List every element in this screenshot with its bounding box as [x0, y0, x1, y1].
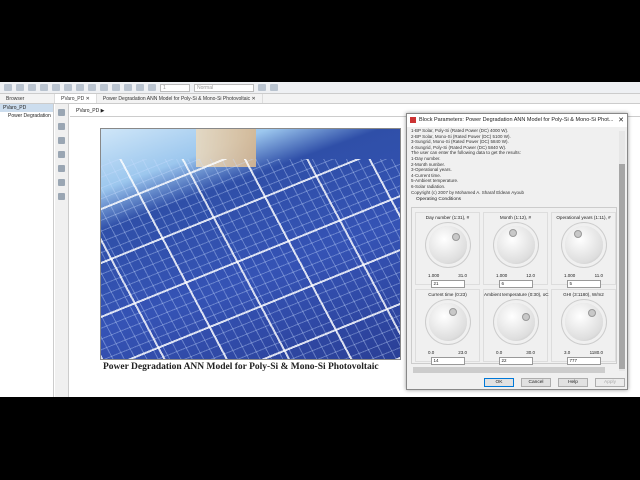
knob-min: 0.0 — [496, 350, 503, 355]
panel-grid — [101, 159, 400, 359]
knob-panel: Current time (0:23) 0.0 23.0 14 — [415, 289, 480, 365]
run-icon[interactable] — [112, 84, 120, 91]
description: 1-BP Solar, Poly-Si (Rated Power (DC) 40… — [407, 127, 627, 207]
stop-icon[interactable] — [136, 84, 144, 91]
model-caption: Power Degradation ANN Model for Poly-Si … — [103, 362, 379, 372]
library-icon[interactable] — [64, 84, 72, 91]
grid-icon[interactable] — [270, 84, 278, 91]
knob-label: Day number (1:31), # — [425, 215, 470, 220]
knob-max: 12.0 — [526, 273, 535, 278]
tab-bar: Browser PVaro_PD ✕ Power Degradation ANN… — [0, 94, 640, 104]
annotation-icon[interactable] — [58, 165, 65, 172]
knob-panel: GHI (3:1180), W/m2 3.0 1180.0 777 — [551, 289, 616, 365]
area-icon[interactable] — [58, 193, 65, 200]
vertical-scrollbar[interactable] — [619, 131, 625, 371]
back-icon[interactable] — [28, 84, 36, 91]
knob-max: 23.0 — [458, 350, 467, 355]
close-icon[interactable]: ✕ — [252, 96, 256, 102]
apply-button[interactable]: Apply — [595, 378, 625, 387]
simulation-mode-select[interactable]: Normal — [194, 83, 254, 92]
save-icon[interactable] — [16, 84, 24, 91]
zoom-icon[interactable] — [58, 123, 65, 130]
browser-item-subsystem[interactable]: Power Degradation — [0, 112, 53, 120]
knob-indicator — [587, 309, 596, 318]
tab-model[interactable]: PVaro_PD ✕ — [55, 94, 97, 103]
cancel-button[interactable]: Cancel — [521, 378, 551, 387]
solar-panel-image[interactable] — [100, 128, 401, 360]
arrow-icon[interactable] — [58, 151, 65, 158]
knob-min: 0.0 — [428, 350, 435, 355]
help-button[interactable]: Help — [558, 378, 588, 387]
close-icon[interactable]: ✕ — [86, 96, 90, 102]
knob[interactable] — [564, 226, 603, 264]
knob-value-input[interactable]: 5 — [566, 280, 601, 288]
step-back-icon[interactable] — [100, 84, 108, 91]
tab-subsystem[interactable]: Power Degradation ANN Model for Poly-Si … — [97, 94, 263, 103]
scroll-thumb[interactable] — [619, 164, 625, 369]
knob-max: 31.0 — [458, 273, 467, 278]
dialog-title: Block Parameters: Power Degradation ANN … — [419, 117, 614, 123]
simulink-icon — [410, 117, 416, 123]
knob[interactable] — [428, 226, 467, 264]
image-icon[interactable] — [58, 179, 65, 186]
knob-panel: Operational years (1:11), # 1.000 11.0 5 — [551, 212, 616, 288]
browser-item-model[interactable]: PVaro_PD — [0, 104, 53, 112]
knob-value-input[interactable]: 777 — [566, 357, 601, 365]
group-label: Operating Conditions — [415, 197, 463, 202]
new-icon[interactable] — [4, 84, 12, 91]
hide-icon[interactable] — [58, 109, 65, 116]
knob-min: 1.000 — [564, 273, 576, 278]
knob-max: 30.0 — [526, 350, 535, 355]
ok-button[interactable]: OK — [484, 378, 514, 387]
knob-value-input[interactable]: 6 — [498, 280, 533, 288]
palette — [55, 104, 69, 397]
stop-time-field[interactable]: 1 — [160, 83, 190, 92]
forward-icon[interactable] — [40, 84, 48, 91]
knob-value-input[interactable]: 14 — [430, 357, 465, 365]
knob-panel: Day number (1:31), # 1.000 31.0 21 — [415, 212, 480, 288]
check-icon[interactable] — [258, 84, 266, 91]
dialog-title-bar: Block Parameters: Power Degradation ANN … — [407, 114, 627, 127]
knob-indicator — [508, 229, 517, 238]
toolbar: 1 Normal — [0, 82, 640, 94]
tab-label: Power Degradation ANN Model for Poly-Si … — [102, 96, 251, 102]
knob-max: 1180.0 — [589, 350, 603, 355]
knob-label: GHI (3:1180), W/m2 — [563, 292, 604, 297]
knob[interactable] — [564, 303, 603, 341]
tab-label: PVaro_PD — [61, 96, 85, 102]
step-forward-icon[interactable] — [124, 84, 132, 91]
knob[interactable] — [496, 303, 535, 341]
knob-indicator — [449, 307, 458, 316]
up-icon[interactable] — [52, 84, 60, 91]
knob-value-input[interactable]: 21 — [430, 280, 465, 288]
knob-indicator — [451, 232, 460, 241]
knob-panel: Month (1:12), # 1.000 12.0 6 — [483, 212, 548, 288]
scope-icon[interactable] — [148, 84, 156, 91]
block-parameters-dialog: Block Parameters: Power Degradation ANN … — [406, 113, 628, 390]
browser-header: Browser — [0, 94, 55, 103]
operating-conditions-group: Day number (1:31), # 1.000 31.0 21 Month (… — [411, 207, 617, 365]
model-explorer-icon[interactable] — [88, 84, 96, 91]
knob-panel: Ambient temperature (0:30), oC 0.0 30.0 2… — [483, 289, 549, 365]
knob[interactable] — [496, 226, 535, 264]
knob-max: 11.0 — [594, 273, 603, 278]
fit-icon[interactable] — [58, 137, 65, 144]
knob-min: 3.0 — [564, 350, 571, 355]
knob[interactable] — [428, 303, 467, 341]
knob-label: Operational years (1:11), # — [556, 215, 611, 220]
knob-min: 1.000 — [428, 273, 440, 278]
settings-gear-icon[interactable] — [76, 84, 84, 91]
description-line: Copyright (c) 2007 by Mohamed A. Sharaf … — [411, 189, 524, 195]
knob-label: Ambient temperature (0:30), oC — [484, 292, 549, 297]
close-icon[interactable]: ✕ — [618, 116, 624, 124]
knob-indicator — [522, 312, 531, 321]
knob-indicator — [574, 230, 583, 239]
knob-label: Current time (0:23) — [428, 292, 467, 297]
horizontal-scrollbar[interactable] — [413, 367, 605, 373]
knob-min: 1.000 — [496, 273, 508, 278]
model-browser: PVaro_PD Power Degradation — [0, 104, 54, 397]
knob-label: Month (1:12), # — [499, 215, 532, 220]
knob-value-input[interactable]: 22 — [498, 357, 533, 365]
